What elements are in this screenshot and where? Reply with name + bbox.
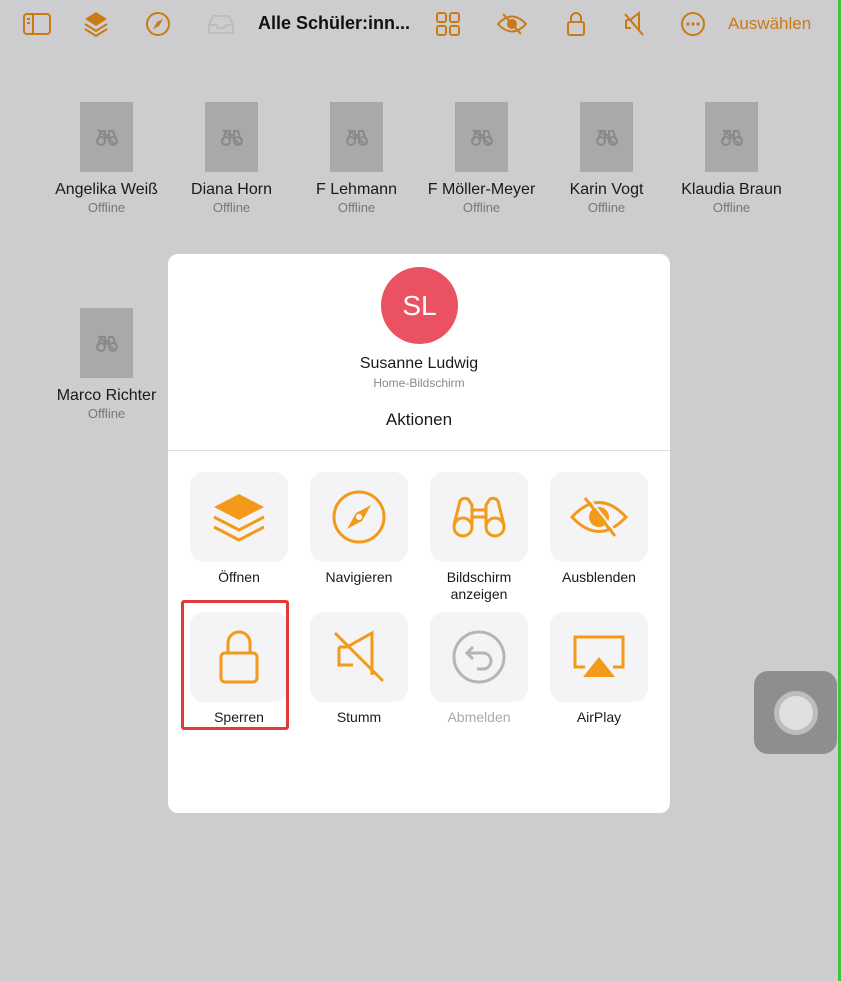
- tray-icon: [207, 10, 235, 38]
- action-label: AirPlay: [576, 709, 622, 725]
- actions-heading: Aktionen: [385, 410, 453, 429]
- eye-slash-icon: [550, 472, 648, 562]
- student-status: Home-Bildschirm: [373, 376, 465, 390]
- layers-icon[interactable]: [82, 10, 110, 38]
- student-name: Karin Vogt: [569, 181, 644, 198]
- student-name: Angelika Weiß: [55, 181, 158, 198]
- sidebar-icon[interactable]: [23, 10, 51, 38]
- student-tile[interactable]: F Lehmann Offline: [294, 102, 419, 215]
- binoculars-offline-icon: [330, 102, 383, 172]
- action-navigieren-button[interactable]: Navigieren: [309, 472, 409, 586]
- action-stumm-button[interactable]: Stumm: [309, 612, 409, 726]
- binoculars-offline-icon: [705, 102, 758, 172]
- lock-icon[interactable]: [562, 10, 590, 38]
- student-status: Offline: [712, 200, 751, 215]
- highlight-box: [181, 600, 289, 730]
- action-abmelden-button: Abmelden: [429, 612, 529, 726]
- student-status: Offline: [87, 200, 126, 215]
- action-label: Bildschirm anzeigen: [446, 569, 512, 602]
- student-tile[interactable]: F Möller-Meyer Offline: [419, 102, 544, 215]
- student-name: F Lehmann: [316, 181, 397, 198]
- action-bildschirm-anzeigen-button[interactable]: Bildschirm anzeigen: [429, 472, 529, 603]
- grid-icon[interactable]: [434, 10, 462, 38]
- action-label: Stumm: [336, 709, 382, 725]
- action-label: Öffnen: [218, 569, 260, 585]
- action-airplay-button[interactable]: AirPlay: [549, 612, 649, 726]
- logout-icon: [430, 612, 528, 702]
- action-label: Ausblenden: [562, 569, 636, 585]
- binoculars-icon: [430, 472, 528, 562]
- action-ausblenden-button[interactable]: Ausblenden: [549, 472, 649, 586]
- student-name: Diana Horn: [191, 181, 272, 198]
- student-tile[interactable]: Angelika Weiß Offline: [44, 102, 169, 215]
- student-tile[interactable]: Marco Richter Offline: [44, 308, 169, 421]
- mute-icon: [310, 612, 408, 702]
- more-icon[interactable]: [679, 10, 707, 38]
- mute-icon[interactable]: [620, 10, 648, 38]
- student-name: Susanne Ludwig: [359, 355, 479, 372]
- student-status: Offline: [462, 200, 501, 215]
- binoculars-offline-icon: [580, 102, 633, 172]
- action-öffnen-button[interactable]: Öffnen: [189, 472, 289, 586]
- compass-icon: [310, 472, 408, 562]
- airplay-icon: [550, 612, 648, 702]
- assistive-touch-button[interactable]: [754, 671, 837, 754]
- student-name: Marco Richter: [56, 387, 157, 404]
- action-label: Navigieren: [325, 569, 393, 585]
- binoculars-offline-icon: [80, 308, 133, 378]
- toolbar: Alle Schüler:inn... Auswählen: [0, 0, 841, 48]
- compass-icon[interactable]: [144, 10, 172, 38]
- student-status: Offline: [337, 200, 376, 215]
- select-button[interactable]: Auswählen: [728, 14, 811, 34]
- binoculars-offline-icon: [455, 102, 508, 172]
- student-tile[interactable]: Klaudia Braun Offline: [669, 102, 794, 215]
- student-tile[interactable]: Diana Horn Offline: [169, 102, 294, 215]
- student-status: Offline: [87, 406, 126, 421]
- student-tile[interactable]: Karin Vogt Offline: [544, 102, 669, 215]
- student-status: Offline: [212, 200, 251, 215]
- divider: [168, 450, 670, 451]
- layers-icon: [190, 472, 288, 562]
- binoculars-offline-icon: [205, 102, 258, 172]
- binoculars-offline-icon: [80, 102, 133, 172]
- action-label: Abmelden: [447, 709, 511, 725]
- student-status: Offline: [587, 200, 626, 215]
- student-name: Klaudia Braun: [681, 181, 782, 198]
- avatar: SL: [381, 267, 458, 344]
- student-name: F Möller-Meyer: [427, 181, 536, 198]
- eye-slash-icon[interactable]: [496, 10, 528, 38]
- page-title: Alle Schüler:inn...: [258, 13, 411, 33]
